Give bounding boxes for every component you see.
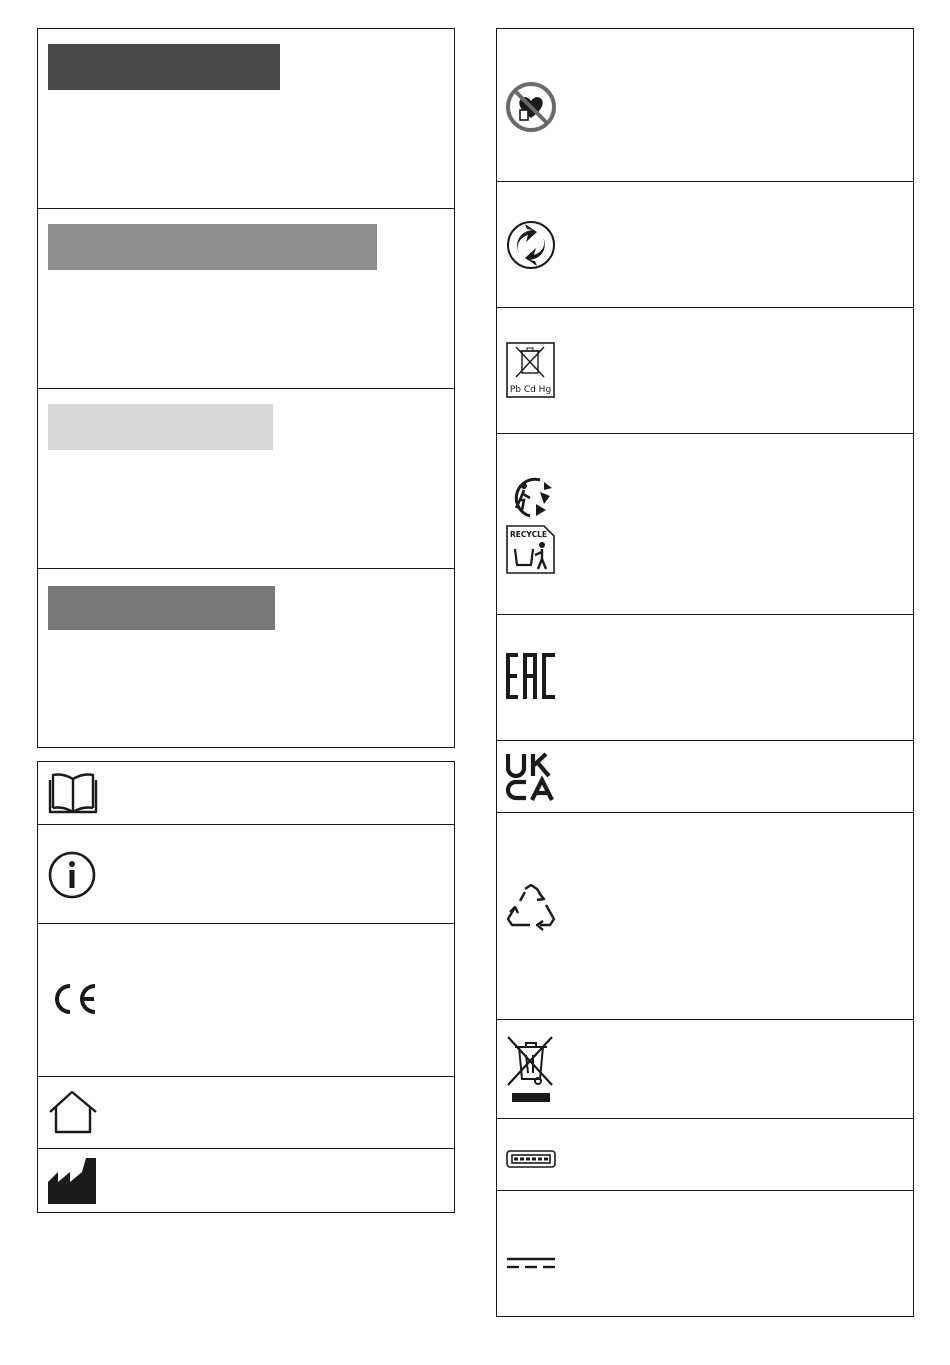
direct-current-icon: [506, 1256, 556, 1270]
info-icon: [48, 851, 96, 899]
symbol-row: RECYCLE: [497, 434, 913, 615]
symbol-row: [497, 182, 913, 308]
indoor-use-icon: [48, 1090, 98, 1134]
symbol-row: [497, 615, 913, 741]
no-pacemaker-icon: [506, 82, 556, 132]
recycle-label: RECYCLE: [510, 530, 547, 539]
manufacturer-icon: [48, 1158, 98, 1204]
recycle-bin-icon: RECYCLE: [506, 525, 555, 574]
ukca-mark-icon: [506, 752, 556, 802]
danger-level-bar: [48, 44, 280, 90]
hazard-level-row: [38, 569, 454, 747]
symbol-row: [38, 1149, 454, 1212]
symbol-row: [497, 1191, 913, 1316]
right-symbols-table: Pb Cd Hg RECYCLE: [496, 28, 914, 1317]
symbol-row: [38, 1077, 454, 1149]
usb-port-icon: [506, 1148, 556, 1170]
battery-label: Pb Cd Hg: [510, 385, 551, 395]
eac-mark-icon: [506, 651, 556, 701]
symbol-row: [497, 741, 913, 813]
hazard-level-row: [38, 209, 454, 389]
recycling-triangle-icon: [506, 883, 556, 933]
symbol-row: [497, 1020, 913, 1119]
symbol-row: [497, 1119, 913, 1191]
symbol-row: [497, 29, 913, 182]
notice-level-bar: [48, 586, 275, 630]
read-manual-icon: [48, 772, 98, 816]
hazard-level-row: [38, 29, 454, 209]
triman-icon: [506, 474, 556, 518]
caution-level-bar: [48, 404, 273, 450]
symbol-row: [38, 762, 454, 825]
hazard-level-row: [38, 389, 454, 569]
battery-disposal-icon: Pb Cd Hg: [506, 342, 555, 398]
left-symbols-table: [37, 761, 455, 1213]
weee-bin-icon: [506, 1035, 556, 1105]
symbol-row: Pb Cd Hg: [497, 308, 913, 434]
ce-mark-icon: [48, 982, 98, 1016]
symbol-row: [497, 813, 913, 1020]
warning-level-bar: [48, 224, 377, 270]
symbol-row: [38, 825, 454, 924]
hazard-levels-table: [37, 28, 455, 748]
green-dot-icon: [506, 220, 556, 270]
symbol-row: [38, 924, 454, 1077]
